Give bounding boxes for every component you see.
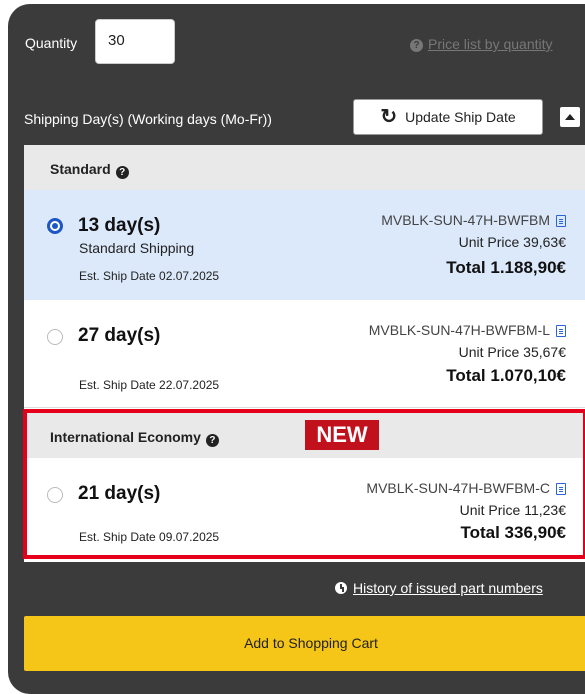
option-part-number: MVBLK-SUN-47H-BWFBM-L: [369, 322, 566, 338]
update-ship-date-label: Update Ship Date: [405, 109, 516, 125]
refresh-icon: ↻: [380, 106, 398, 128]
new-badge: NEW: [305, 420, 379, 450]
part-number-text: MVBLK-SUN-47H-BWFBM-L: [368, 322, 550, 338]
clock-icon: [335, 582, 347, 594]
price-list-link[interactable]: ? Price list by quantity: [410, 36, 553, 52]
option-days: 27 day(s): [78, 325, 161, 346]
section-title-standard: Standard: [50, 161, 111, 177]
history-link[interactable]: History of issued part numbers: [335, 580, 543, 596]
help-icon[interactable]: ?: [115, 166, 129, 179]
shipping-days-label: Shipping Day(s) (Working days (Mo-Fr)): [24, 111, 272, 127]
quantity-input[interactable]: 30: [95, 19, 175, 64]
part-number-text: MVBLK-SUN-47H-BWFBM: [381, 212, 550, 228]
document-icon[interactable]: [556, 325, 566, 337]
shipping-option-27-days[interactable]: 27 day(s) Est. Ship Date 22.07.2025 MVBL…: [24, 300, 585, 408]
option-unit-price: Unit Price 35,67€: [458, 344, 566, 360]
history-link-text: History of issued part numbers: [353, 580, 543, 596]
option-days: 13 day(s): [78, 215, 161, 236]
update-ship-date-button[interactable]: ↻ Update Ship Date: [353, 99, 543, 135]
option-total: Total 1.188,90€: [446, 258, 566, 277]
order-panel: Quantity 30 ? Price list by quantity Ship…: [8, 4, 585, 694]
option-radio[interactable]: [47, 218, 63, 234]
price-list-link-text: Price list by quantity: [428, 36, 553, 52]
collapse-button[interactable]: [560, 107, 580, 127]
option-total: Total 1.070,10€: [446, 366, 566, 385]
option-est-date: Est. Ship Date 02.07.2025: [79, 269, 220, 283]
quantity-label: Quantity: [25, 35, 78, 51]
option-unit-price: Unit Price 39,63€: [458, 234, 566, 250]
add-to-cart-button[interactable]: Add to Shopping Cart: [24, 616, 585, 671]
question-circle-icon: ?: [410, 39, 423, 52]
shipping-option-13-days[interactable]: 13 day(s) Standard Shipping Est. Ship Da…: [24, 190, 585, 300]
international-highlight-frame: [23, 409, 585, 559]
option-est-date: Est. Ship Date 22.07.2025: [79, 378, 220, 392]
section-header-standard: Standard?: [24, 145, 585, 190]
option-method: Standard Shipping: [79, 240, 195, 256]
document-icon[interactable]: [556, 215, 566, 227]
option-radio[interactable]: [47, 329, 63, 345]
option-part-number: MVBLK-SUN-47H-BWFBM: [381, 212, 566, 228]
